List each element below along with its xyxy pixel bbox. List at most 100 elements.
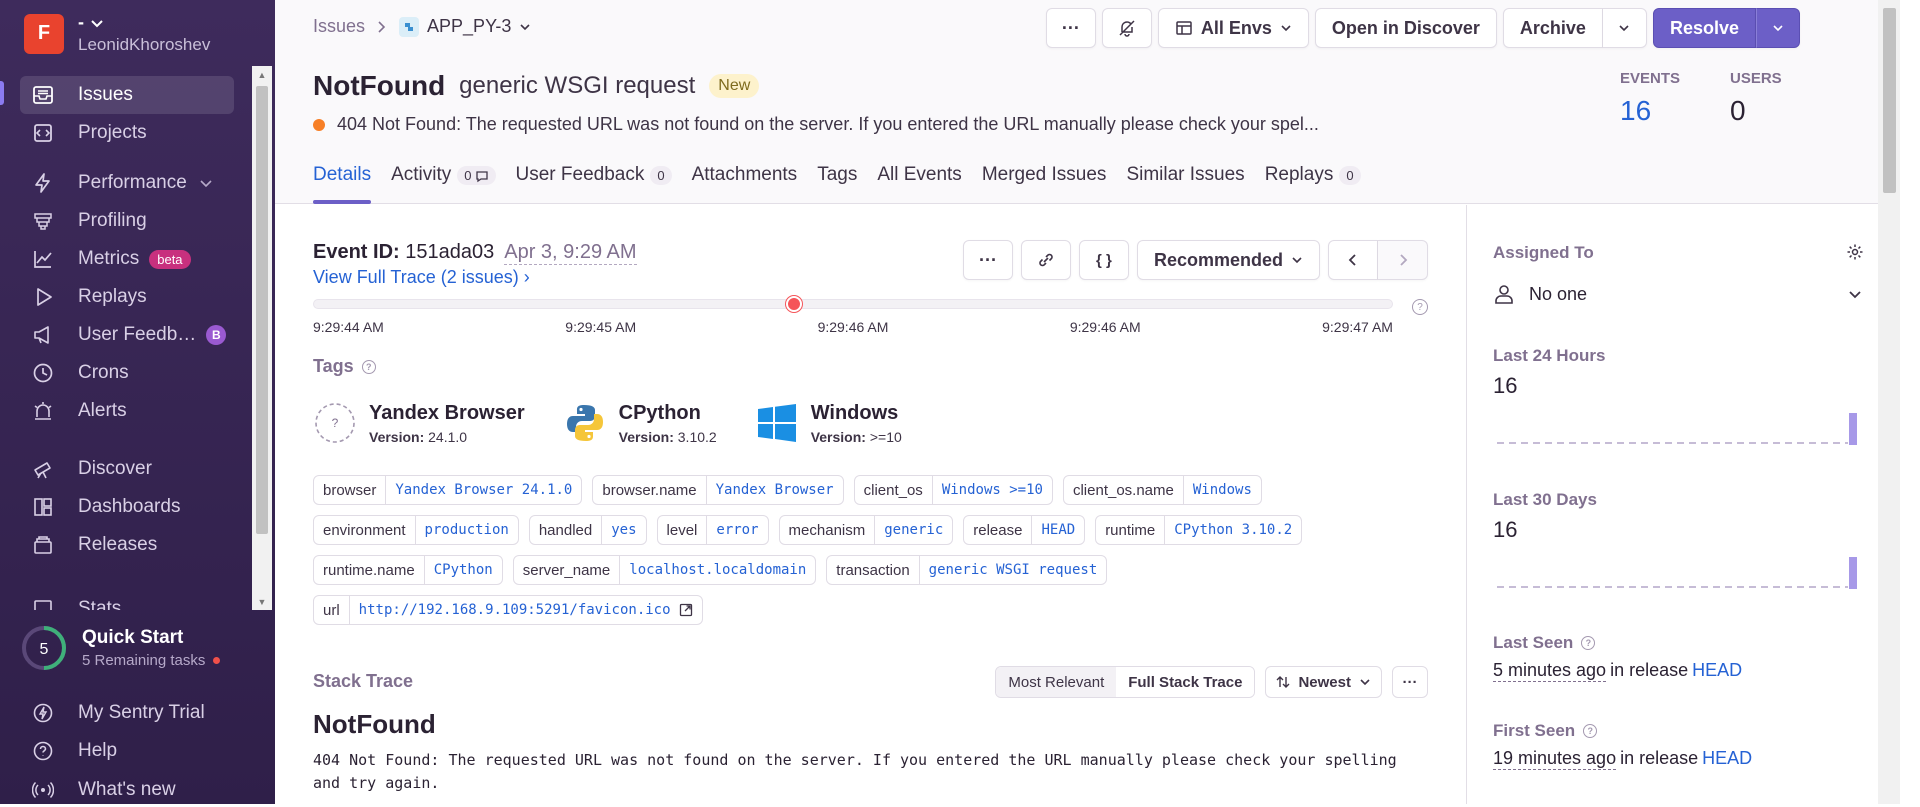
chart-bar[interactable] [1849,413,1857,445]
tab-similar-issues[interactable]: Similar Issues [1126,164,1244,204]
stack-more-button[interactable]: ··· [1392,666,1428,698]
event-timeline[interactable]: 9:29:44 AM 9:29:45 AM 9:29:46 AM 9:29:46… [313,296,1393,335]
more-actions-button[interactable]: ··· [1045,8,1096,48]
tag-value[interactable]: generic WSGI request [920,556,1107,584]
last-24h-chart[interactable] [1493,413,1858,447]
event-more-button[interactable]: ··· [962,240,1013,280]
tag-value[interactable]: Yandex Browser [707,476,843,504]
tag-chip[interactable]: browser.name Yandex Browser [592,475,844,505]
tag-chip[interactable]: client_os Windows >=10 [853,475,1053,505]
tab-replays[interactable]: Replays 0 [1265,164,1361,204]
sidebar-item-alerts[interactable]: Alerts [20,392,234,430]
sidebar-item-user-feedback[interactable]: User Feedb… B [20,316,234,354]
tag-value[interactable]: Yandex Browser 24.1.0 [386,476,581,504]
sidebar-item-issues[interactable]: Issues [20,76,234,114]
tab-merged-issues[interactable]: Merged Issues [982,164,1107,204]
first-seen-time[interactable]: 19 minutes ago [1493,748,1617,770]
breadcrumb-issues[interactable]: Issues [313,16,365,37]
tag-chip[interactable]: release HEAD [963,515,1086,545]
sidebar-item-crons[interactable]: Crons [20,354,234,392]
tag-value[interactable]: Windows [1184,476,1261,504]
tab-tags[interactable]: Tags [817,164,857,204]
sidebar-item-profiling[interactable]: Profiling [20,202,234,240]
archive-button[interactable]: Archive [1502,8,1603,48]
quick-start[interactable]: 5 Quick Start 5 Remaining tasks [20,624,221,672]
page-scroll-thumb[interactable] [1883,8,1896,193]
org-switcher[interactable]: F - LeonidKhoroshev [24,12,210,55]
tab-user-feedback[interactable]: User Feedback 0 [516,164,672,204]
sidebar-item-performance[interactable]: Performance [20,164,234,202]
chart-bar[interactable] [1849,557,1857,589]
tab-attachments[interactable]: Attachments [692,164,798,204]
previous-event-button[interactable] [1328,240,1378,280]
help-icon[interactable]: ? [1583,724,1598,738]
tag-value[interactable]: generic [875,516,952,544]
page-scrollbar[interactable] [1878,0,1900,804]
context-runtime[interactable]: CPython Version: 3.10.2 [563,401,717,445]
scroll-up-icon[interactable]: ▲ [256,69,268,81]
tag-chip[interactable]: handled yes [528,515,647,545]
sidebar-item-help[interactable]: Help [20,734,117,768]
context-os[interactable]: Windows Version: >=10 [755,401,902,445]
tag-chip[interactable]: level error [656,515,769,545]
tag-chip[interactable]: url http://192.168.9.109:5291/favicon.ico [313,595,703,625]
json-button[interactable]: { } [1078,240,1129,280]
tab-details[interactable]: Details [313,164,372,204]
resolve-dropdown-button[interactable] [1756,8,1800,48]
event-marker[interactable] [785,296,802,312]
first-seen-release-link[interactable]: HEAD [1702,748,1752,770]
tag-chip[interactable]: browser Yandex Browser 24.1.0 [313,475,583,505]
sidebar-item-stats[interactable]: Stats [20,590,234,610]
last-seen-release-link[interactable]: HEAD [1692,660,1742,682]
copy-link-button[interactable] [1020,240,1071,280]
help-icon[interactable]: ? [1581,636,1596,650]
tag-value[interactable]: production [416,516,518,544]
mute-button[interactable] [1101,8,1152,48]
event-date[interactable]: Apr 3, 9:29 AM [504,241,637,265]
tag-chip[interactable]: mechanism generic [778,515,954,545]
view-full-trace-link[interactable]: View Full Trace (2 issues) › [313,267,530,288]
scroll-down-icon[interactable]: ▼ [256,596,268,608]
sidebar-item-dashboards[interactable]: Dashboards [20,488,234,526]
last-seen-time[interactable]: 5 minutes ago [1493,660,1607,682]
tab-all-events[interactable]: All Events [877,164,961,204]
tag-chip[interactable]: runtime CPython 3.10.2 [1095,515,1303,545]
open-in-discover-button[interactable]: Open in Discover [1314,8,1497,48]
archive-dropdown-button[interactable] [1602,8,1647,48]
events-stat[interactable]: EVENTS 16 [1620,70,1730,127]
project-selector[interactable]: APP_PY-3 [399,16,531,37]
sidebar-item-trial[interactable]: My Sentry Trial [20,696,205,730]
tag-value[interactable]: yes [602,516,645,544]
sidebar-item-discover[interactable]: Discover [20,450,234,488]
help-icon[interactable]: ? [1412,299,1428,315]
sidebar-item-metrics[interactable]: Metrics beta [20,240,234,278]
tag-chip[interactable]: runtime.name CPython [313,555,503,585]
recommended-selector[interactable]: Recommended [1136,240,1320,280]
tag-value[interactable]: HEAD [1032,516,1084,544]
tag-value[interactable]: http://192.168.9.109:5291/favicon.ico [350,596,702,624]
tag-chip[interactable]: client_os.name Windows [1062,475,1262,505]
next-event-button[interactable] [1378,240,1428,280]
sort-selector[interactable]: Newest [1265,666,1382,698]
env-selector[interactable]: All Envs [1157,8,1309,48]
event-id[interactable]: 151ada03 [405,241,494,263]
resolve-button[interactable]: Resolve [1652,8,1756,48]
sidebar-item-projects[interactable]: Projects [20,114,234,152]
tag-value[interactable]: error [707,516,767,544]
tag-chip[interactable]: transaction generic WSGI request [826,555,1108,585]
sidebar-item-replays[interactable]: Replays [20,278,234,316]
full-stack-trace-button[interactable]: Full Stack Trace [1116,667,1255,697]
tag-value[interactable]: CPython [425,556,502,584]
tag-value[interactable]: localhost.localdomain [620,556,815,584]
tab-activity[interactable]: Activity 0 [391,164,496,204]
most-relevant-button[interactable]: Most Relevant [996,667,1117,697]
sidebar-item-releases[interactable]: Releases [20,526,234,564]
context-browser[interactable]: ? Yandex Browser Version: 24.1.0 [313,401,525,445]
assignee-selector[interactable]: No one [1493,283,1863,305]
tag-value[interactable]: CPython 3.10.2 [1165,516,1301,544]
gear-icon[interactable] [1846,243,1864,261]
external-link-icon[interactable] [679,603,693,617]
tag-chip[interactable]: server_name localhost.localdomain [512,555,817,585]
sidebar-scroll-thumb[interactable] [256,86,268,534]
tag-chip[interactable]: environment production [313,515,519,545]
